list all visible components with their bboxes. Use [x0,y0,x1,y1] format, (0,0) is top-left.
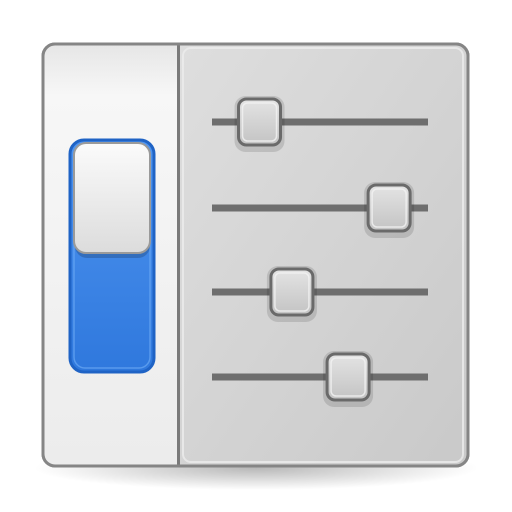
sliders-panel [180,45,467,465]
slider-handle[interactable] [237,97,283,147]
settings-app-icon [34,42,478,490]
slider-handle[interactable] [366,183,412,233]
toggle-switch-icon[interactable] [68,138,156,374]
toggle-knob [73,142,151,254]
slider-handle[interactable] [269,267,315,317]
slider-handle[interactable] [325,352,371,402]
